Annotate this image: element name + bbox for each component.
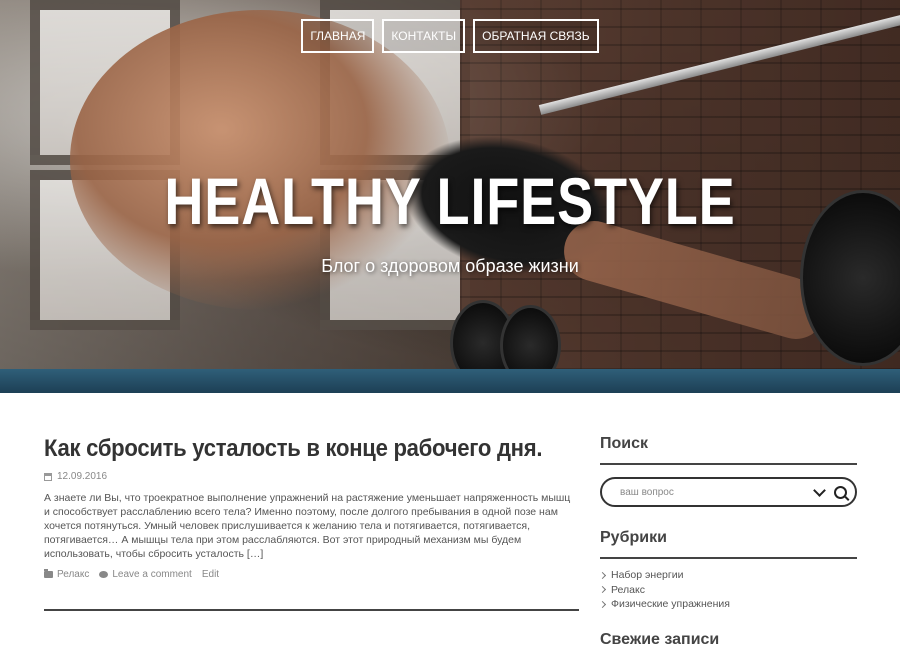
search-widget-title: Поиск	[600, 435, 857, 465]
nav-item-feedback[interactable]: ОБРАТНАЯ СВЯЗЬ	[473, 19, 599, 53]
post-divider	[44, 609, 579, 611]
chevron-right-icon	[598, 571, 607, 579]
rubrics-widget-title: Рубрики	[600, 529, 857, 559]
site-tagline: Блог о здоровом образе жизни	[321, 256, 579, 276]
chevron-down-icon[interactable]	[813, 483, 826, 497]
rubric-label[interactable]: Релакс	[611, 583, 645, 598]
floor-strip	[0, 369, 900, 393]
search-box	[600, 477, 857, 507]
rubric-label[interactable]: Физические упражнения	[611, 597, 730, 612]
chevron-right-icon	[598, 586, 607, 594]
search-icon[interactable]	[834, 485, 847, 499]
post-meta: Релакс Leave a comment Edit	[44, 569, 579, 580]
chevron-right-icon	[598, 600, 607, 608]
recent-posts-widget: Свежие записи	[600, 631, 719, 659]
post-category-link[interactable]: Релакс	[57, 569, 89, 580]
rubrics-list: Набор энергии Релакс Физические упражнен…	[598, 568, 857, 612]
leave-comment-link[interactable]: Leave a comment	[112, 569, 192, 580]
main-content: Как сбросить усталость в конце рабочего …	[0, 393, 900, 659]
nav-item-home[interactable]: ГЛАВНАЯ	[301, 19, 375, 53]
rubric-label[interactable]: Набор энергии	[611, 568, 683, 583]
search-widget: Поиск	[600, 435, 857, 507]
edit-link[interactable]: Edit	[202, 569, 219, 580]
list-item[interactable]: Набор энергии	[598, 568, 857, 583]
post-date[interactable]: 12.09.2016	[57, 471, 107, 482]
folder-icon	[44, 569, 53, 578]
post-date-row: 12.09.2016	[44, 471, 579, 482]
list-item[interactable]: Релакс	[598, 583, 857, 598]
post-title[interactable]: Как сбросить усталость в конце рабочего …	[44, 435, 542, 463]
search-input[interactable]	[618, 485, 815, 499]
comment-icon	[99, 571, 109, 578]
list-item[interactable]: Физические упражнения	[598, 597, 857, 612]
calendar-icon	[44, 472, 52, 481]
site-title[interactable]: HEALTHY LIFESTYLE	[81, 163, 819, 239]
recent-posts-title: Свежие записи	[600, 631, 720, 648]
main-nav: ГЛАВНАЯ КОНТАКТЫ ОБРАТНАЯ СВЯЗЬ	[0, 19, 900, 53]
nav-item-contacts[interactable]: КОНТАКТЫ	[382, 19, 466, 53]
post-entry: Как сбросить усталость в конце рабочего …	[44, 435, 579, 580]
hero-banner: ГЛАВНАЯ КОНТАКТЫ ОБРАТНАЯ СВЯЗЬ HEALTHY …	[0, 0, 900, 393]
sidebar: Поиск Рубрики Набор энергии Релакс Физич…	[598, 435, 857, 648]
rubrics-widget: Рубрики Набор энергии Релакс Физические …	[598, 529, 857, 612]
post-excerpt: А знаете ли Вы, что троекратное выполнен…	[44, 492, 571, 560]
